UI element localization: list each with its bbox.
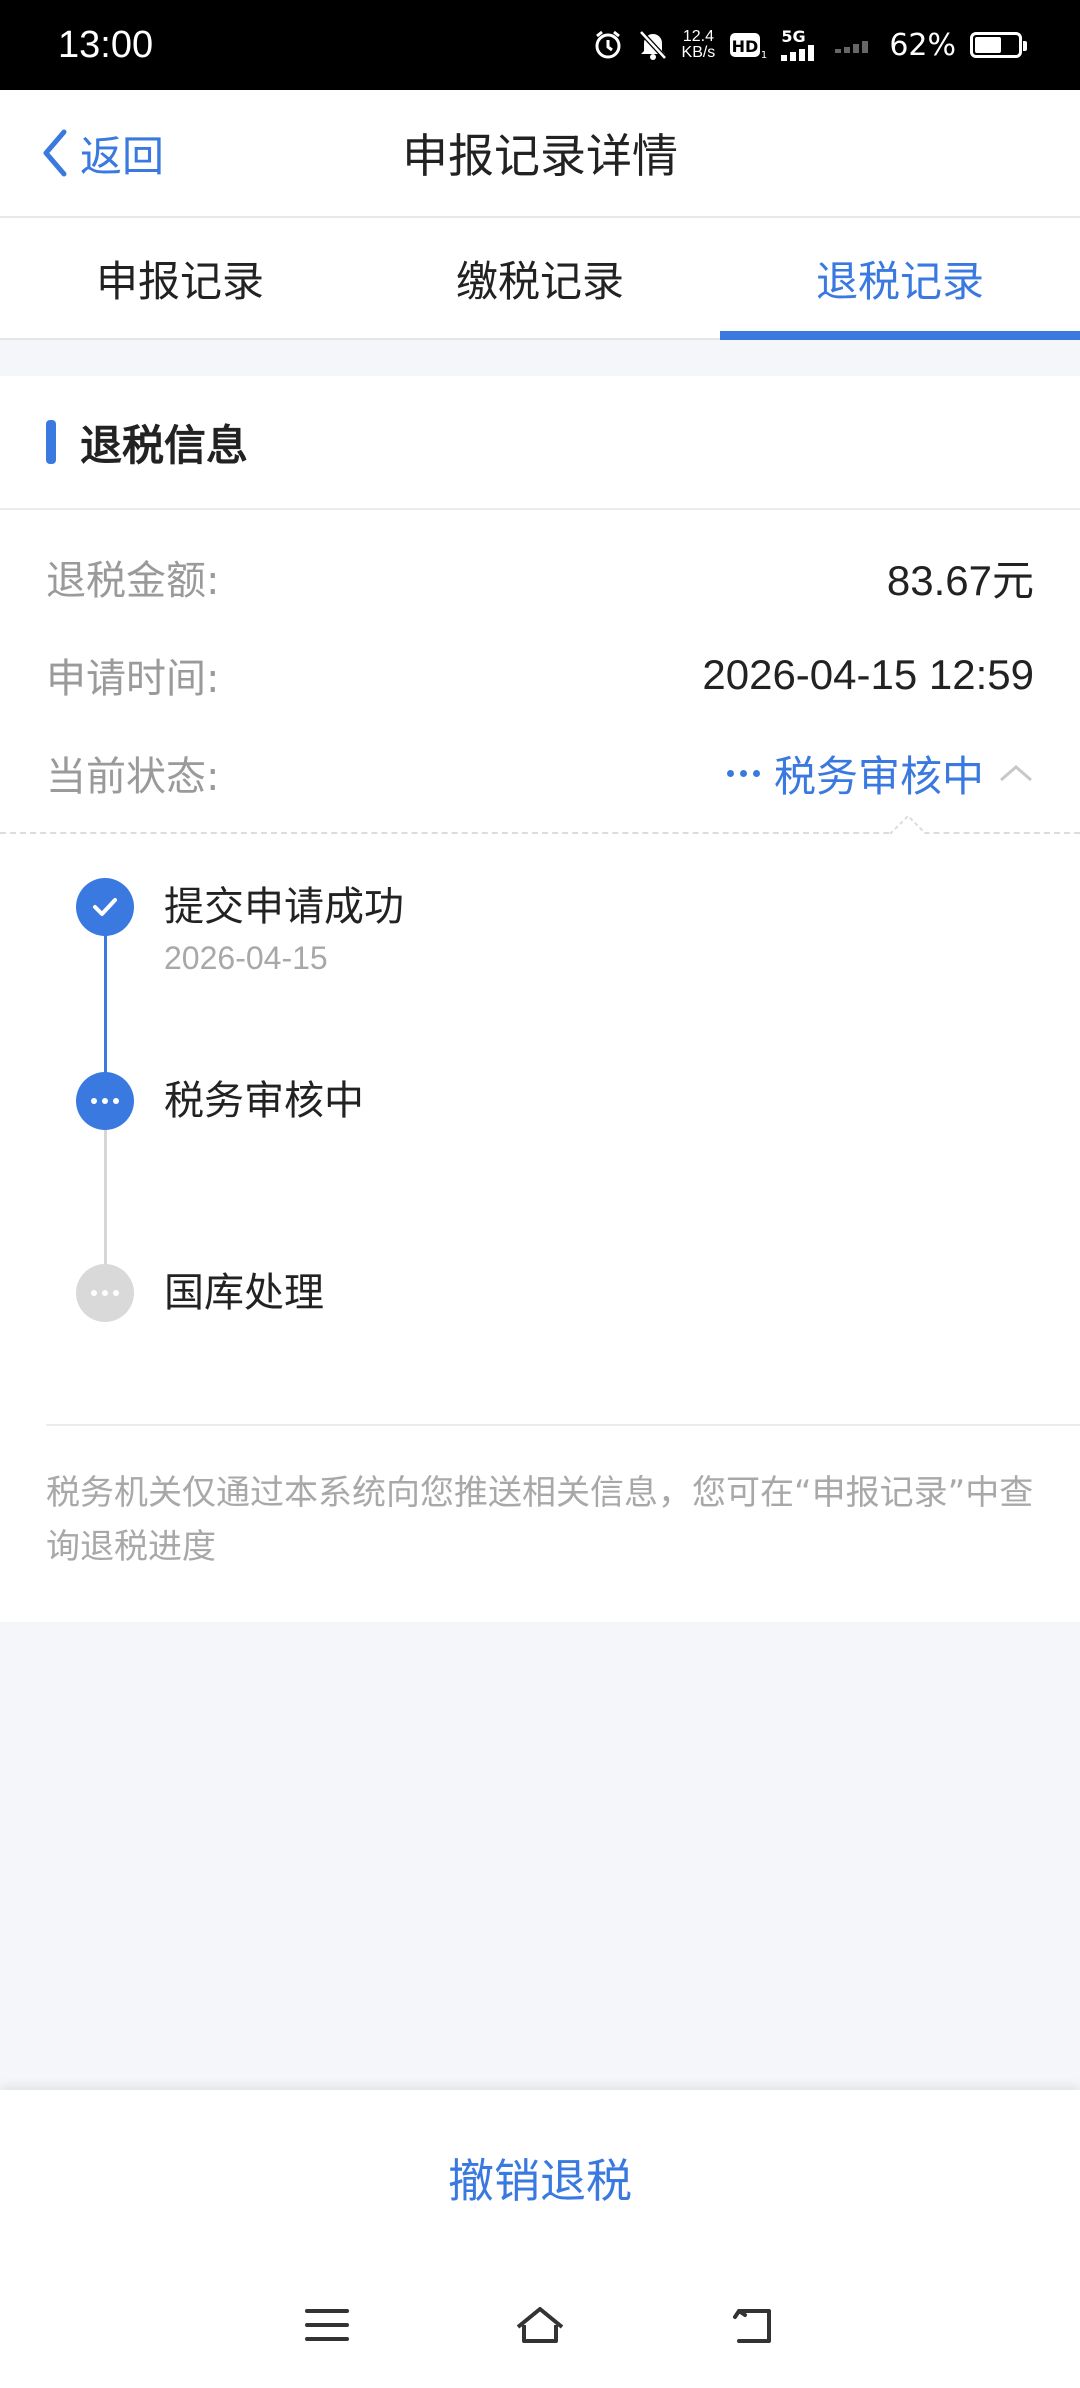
status-toggle[interactable]: 税务审核中 [726, 743, 1034, 804]
home-icon[interactable] [512, 2297, 568, 2353]
back-icon[interactable] [725, 2297, 781, 2353]
current-status-label: 当前状态: [46, 754, 220, 800]
timeline-step-title: 税务审核中 [164, 1078, 364, 1124]
battery-icon [970, 32, 1027, 58]
timeline-step-submitted: 提交申请成功 2026-04-15 [76, 878, 404, 977]
more-dots-icon [726, 769, 760, 777]
refund-amount-label: 退税金额: [46, 558, 220, 604]
tab-refund-records[interactable]: 退税记录 [720, 218, 1080, 340]
network-type: 5G [781, 27, 806, 46]
alarm-icon [592, 29, 624, 61]
section-header: 退税信息 [0, 376, 1080, 510]
timeline-step-title: 国库处理 [164, 1270, 324, 1316]
signal-secondary-icon [835, 37, 875, 53]
current-status-row: 当前状态: 税务审核中 [0, 724, 1080, 822]
apply-time-label: 申请时间: [46, 656, 220, 702]
svg-text:1: 1 [761, 50, 767, 59]
tab-payment-records[interactable]: 缴税记录 [360, 218, 720, 338]
tab-declaration-records[interactable]: 申报记录 [0, 218, 360, 338]
speed-value: 12.4 [682, 28, 714, 45]
note-divider-line [46, 1424, 1080, 1426]
status-icons: 12.4 KB/s HD 1 5G 62% [592, 27, 1027, 63]
apply-time-value: 2026-04-15 12:59 [702, 651, 1034, 698]
cancel-refund-button[interactable]: 撤销退税 [0, 2138, 1080, 2218]
tab-label: 缴税记录 [455, 256, 624, 306]
progress-timeline: 提交申请成功 2026-04-15 税务审核中 国库处理 [0, 834, 1080, 1394]
refund-amount-value: 83.67元 [886, 556, 1034, 604]
status-bar: 13:00 12.4 KB/s HD 1 5G 62% [0, 0, 1080, 90]
refund-amount-row: 退税金额: 83.67元 [0, 528, 1080, 626]
check-icon [76, 878, 134, 936]
hd-icon: HD 1 [729, 31, 767, 59]
page-title: 申报记录详情 [402, 129, 678, 183]
battery-percent: 62% [889, 27, 956, 63]
current-status-value: 税务审核中 [773, 751, 984, 801]
network-speed: 12.4 KB/s [682, 29, 716, 61]
in-progress-icon [76, 1072, 134, 1130]
timeline-step-review: 税务审核中 [76, 1072, 364, 1130]
tab-bar: 申报记录 缴税记录 退税记录 [0, 218, 1080, 340]
tab-label: 退税记录 [815, 256, 984, 306]
timeline-step-treasury: 国库处理 [76, 1264, 324, 1322]
mute-icon [638, 29, 668, 61]
notice-text: 税务机关仅通过本系统向您推送相关信息，您可在“申报记录”中查询退税进度 [46, 1473, 1034, 1567]
bottom-action-bar: 撤销退税 [0, 2090, 1080, 2388]
apply-time-row: 申请时间: 2026-04-15 12:59 [0, 626, 1080, 724]
speed-unit: KB/s [681, 44, 716, 61]
signal-5g-icon: 5G [781, 29, 821, 61]
section-accent-bar [46, 420, 56, 464]
pending-icon [76, 1264, 134, 1322]
status-time: 13:00 [58, 23, 154, 66]
header: 返回 申报记录详情 [0, 90, 1080, 218]
chevron-up-icon [1000, 765, 1032, 782]
timeline-step-title: 提交申请成功 [164, 884, 404, 930]
system-nav-bar [0, 2290, 1080, 2360]
refund-info-card: 退税信息 退税金额: 83.67元 申请时间: 2026-04-15 12:59… [0, 376, 1080, 1622]
timeline-step-date: 2026-04-15 [164, 940, 328, 976]
svg-text:HD: HD [732, 37, 759, 56]
tab-label: 申报记录 [95, 256, 264, 306]
menu-icon[interactable] [299, 2297, 355, 2353]
section-title: 退税信息 [80, 420, 249, 470]
popover-notch [890, 814, 926, 834]
